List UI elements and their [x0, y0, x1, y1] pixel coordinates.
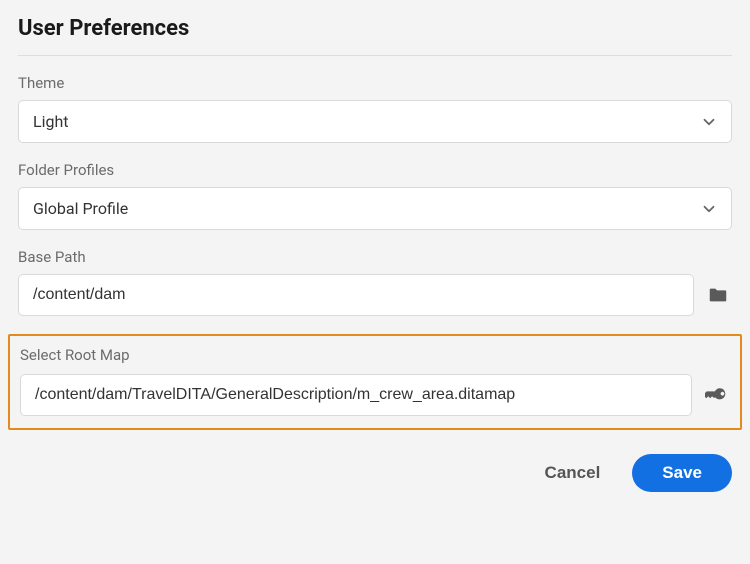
- browse-folder-button[interactable]: [704, 281, 732, 309]
- key-icon: [705, 384, 727, 406]
- root-map-highlight: Select Root Map: [8, 334, 742, 430]
- save-button[interactable]: Save: [632, 454, 732, 492]
- folder-profiles-label: Folder Profiles: [18, 161, 732, 179]
- theme-label: Theme: [18, 74, 732, 92]
- theme-field: Theme Light: [18, 74, 732, 143]
- base-path-field: Base Path: [18, 248, 732, 316]
- root-map-picker-button[interactable]: [702, 381, 730, 409]
- theme-select[interactable]: Light: [18, 100, 732, 143]
- folder-icon: [707, 284, 729, 306]
- base-path-input[interactable]: [18, 274, 694, 316]
- root-map-label: Select Root Map: [20, 346, 730, 364]
- folder-profiles-select[interactable]: Global Profile: [18, 187, 732, 230]
- root-map-input[interactable]: [20, 374, 692, 416]
- base-path-label: Base Path: [18, 248, 732, 266]
- page-title: User Preferences: [18, 16, 732, 41]
- folder-profiles-select-value[interactable]: Global Profile: [18, 187, 732, 230]
- theme-select-value[interactable]: Light: [18, 100, 732, 143]
- cancel-button[interactable]: Cancel: [521, 454, 625, 492]
- folder-profiles-field: Folder Profiles Global Profile: [18, 161, 732, 230]
- divider: [18, 55, 732, 56]
- dialog-footer: Cancel Save: [18, 454, 732, 492]
